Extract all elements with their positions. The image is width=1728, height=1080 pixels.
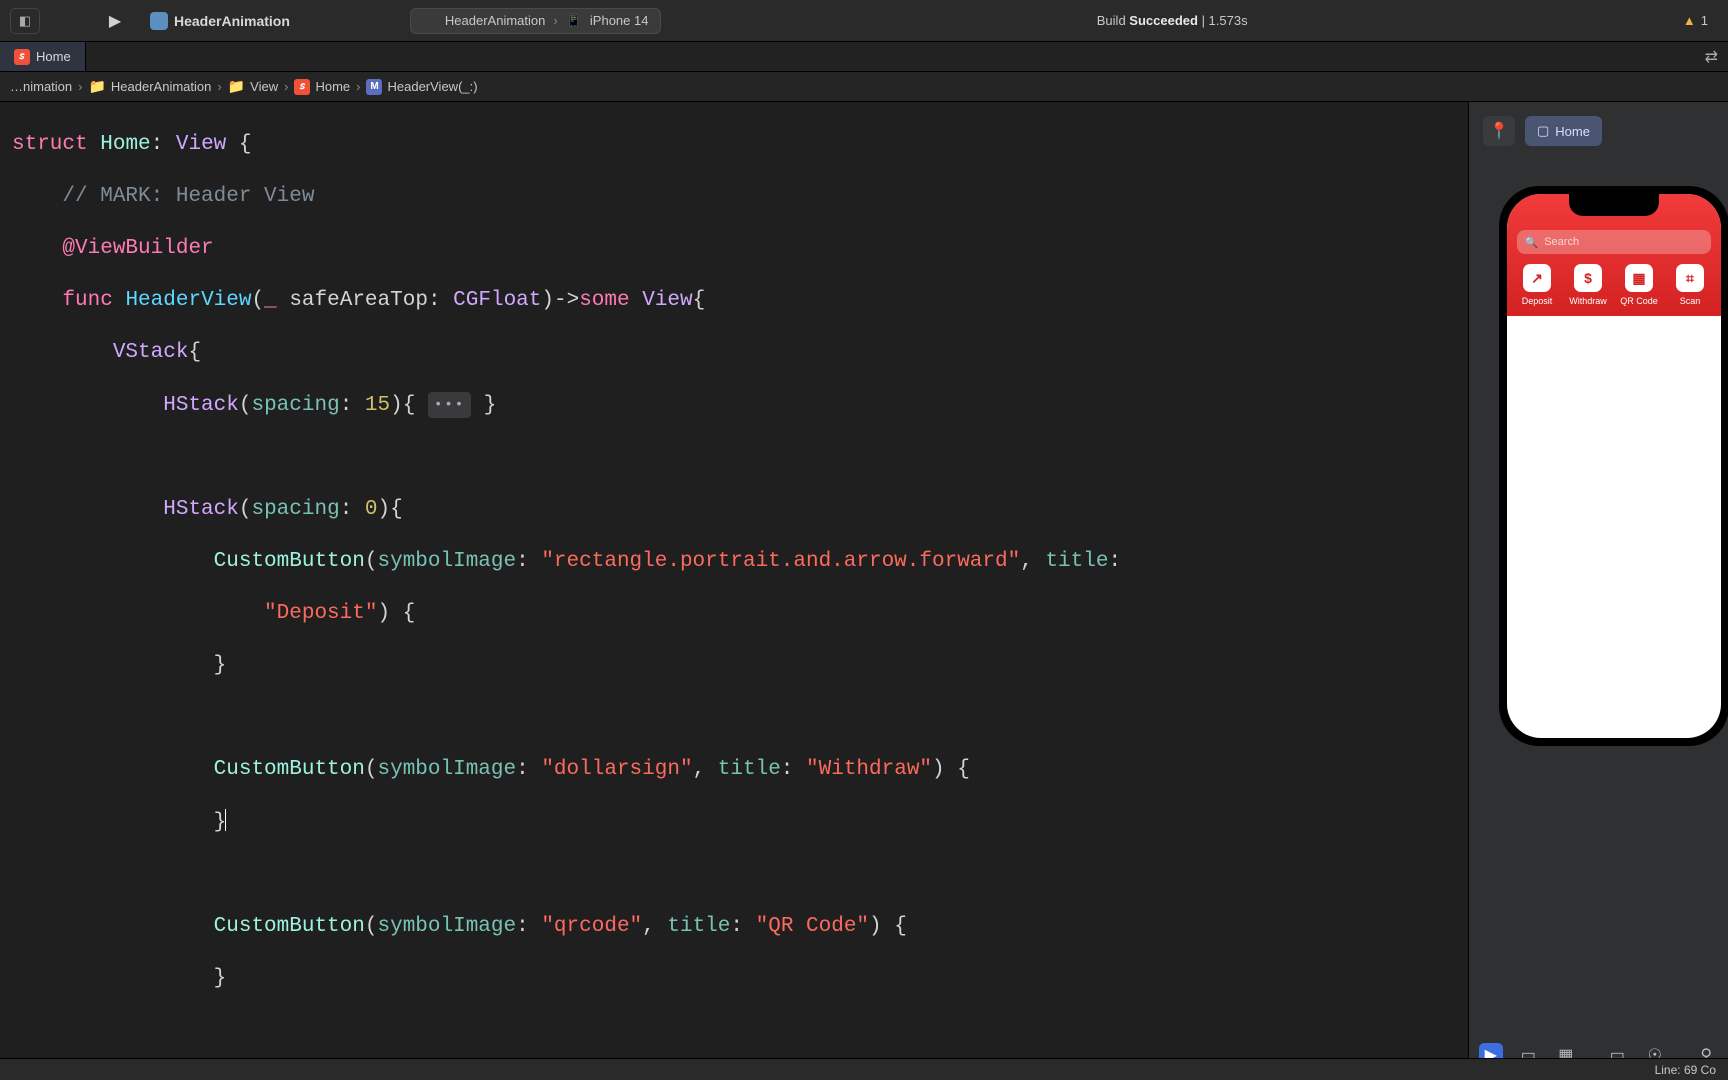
- phone-notch: [1569, 194, 1659, 216]
- xcode-toolbar: ◧ ▶ HeaderAnimation HeaderAnimation › 📱 …: [0, 0, 1728, 42]
- warning-icon: ▲: [1683, 13, 1696, 28]
- code-editor[interactable]: struct Home: View { // MARK: Header View…: [0, 102, 1468, 1080]
- deposit-icon: ↗: [1523, 264, 1551, 292]
- build-status: Build Succeeded | 1.573s: [1097, 13, 1248, 28]
- jumpbar-symbol[interactable]: M HeaderView(_:): [366, 79, 477, 95]
- chevron-right-icon: ›: [78, 79, 82, 94]
- jumpbar-label: HeaderAnimation: [111, 79, 211, 94]
- target-device-label: iPhone 14: [590, 13, 649, 28]
- jumpbar-label: View: [250, 79, 278, 94]
- jumpbar-label: Home: [315, 79, 350, 94]
- scan-icon: ⌗: [1676, 264, 1704, 292]
- preview-label: Home: [1555, 124, 1590, 139]
- jumpbar-folder-view[interactable]: 📁 View: [228, 78, 278, 95]
- dollar-icon: $: [1574, 264, 1602, 292]
- target-app-label: HeaderAnimation: [445, 13, 545, 28]
- device-icon: 📱: [566, 13, 582, 29]
- jumpbar-label: HeaderView(_:): [387, 79, 477, 94]
- folder-icon: 📁: [88, 78, 105, 95]
- method-icon: M: [366, 79, 382, 95]
- cursor-position: Line: 69 Co: [1655, 1063, 1716, 1077]
- preview-device-selector[interactable]: ▢ Home: [1525, 116, 1602, 146]
- deposit-button[interactable]: ↗ Deposit: [1517, 264, 1558, 306]
- app-icon: [150, 12, 168, 30]
- code-fold-indicator[interactable]: •••: [428, 392, 471, 418]
- editor-tabbar: 𝘴 Home ⇄: [0, 42, 1728, 72]
- action-label: QR Code: [1620, 296, 1658, 306]
- sidebar-toggle-button[interactable]: ◧: [10, 8, 40, 34]
- tab-home[interactable]: 𝘴 Home: [0, 42, 86, 71]
- chevron-right-icon: ›: [553, 13, 557, 28]
- search-icon: 🔍: [1525, 236, 1539, 249]
- jumpbar-folder[interactable]: 📁 HeaderAnimation: [88, 78, 211, 95]
- run-destination-selector[interactable]: HeaderAnimation › 📱 iPhone 14: [410, 8, 662, 34]
- canvas-preview-panel: 📍 ▢ Home 🔍 Search ↗ Deposit: [1468, 102, 1728, 1080]
- jumpbar-file[interactable]: 𝘴 Home: [294, 79, 350, 95]
- container-icon: ▢: [1537, 123, 1549, 139]
- swift-file-icon: 𝘴: [14, 49, 30, 65]
- run-button[interactable]: ▶: [100, 8, 130, 34]
- pin-preview-button[interactable]: 📍: [1483, 116, 1515, 146]
- jump-bar: …nimation › 📁 HeaderAnimation › 📁 View ›…: [0, 72, 1728, 102]
- chevron-right-icon: ›: [217, 79, 221, 94]
- jumpbar-project[interactable]: …nimation: [10, 79, 72, 94]
- sidebar-icon: ◧: [19, 13, 31, 29]
- scheme-name: HeaderAnimation: [174, 13, 290, 29]
- status-bar: Line: 69 Co: [0, 1058, 1728, 1080]
- swift-file-icon: 𝘴: [294, 79, 310, 95]
- warning-count: 1: [1701, 13, 1708, 28]
- qrcode-button[interactable]: ▦ QR Code: [1619, 264, 1660, 306]
- action-label: Withdraw: [1569, 296, 1607, 306]
- issue-indicator[interactable]: ▲ 1: [1683, 13, 1708, 28]
- app-icon-small: [423, 14, 437, 28]
- phone-screen[interactable]: 🔍 Search ↗ Deposit $ Withdraw: [1507, 194, 1721, 738]
- text-cursor: [225, 809, 226, 831]
- chevron-right-icon: ›: [356, 79, 360, 94]
- action-label: Deposit: [1522, 296, 1553, 306]
- split-editor-icon[interactable]: ⇄: [1705, 47, 1718, 67]
- action-label: Scan: [1680, 296, 1701, 306]
- play-icon: ▶: [109, 11, 121, 31]
- search-field[interactable]: 🔍 Search: [1517, 230, 1711, 254]
- scan-button[interactable]: ⌗ Scan: [1670, 264, 1711, 306]
- scheme-selector[interactable]: HeaderAnimation: [140, 9, 300, 33]
- chevron-right-icon: ›: [284, 79, 288, 94]
- qrcode-icon: ▦: [1625, 264, 1653, 292]
- withdraw-button[interactable]: $ Withdraw: [1568, 264, 1609, 306]
- folder-icon: 📁: [228, 78, 245, 95]
- phone-frame: 🔍 Search ↗ Deposit $ Withdraw: [1499, 186, 1728, 746]
- jumpbar-label: …nimation: [10, 79, 72, 94]
- pin-icon: 📍: [1489, 121, 1509, 141]
- search-placeholder: Search: [1544, 236, 1579, 248]
- tab-label: Home: [36, 49, 71, 64]
